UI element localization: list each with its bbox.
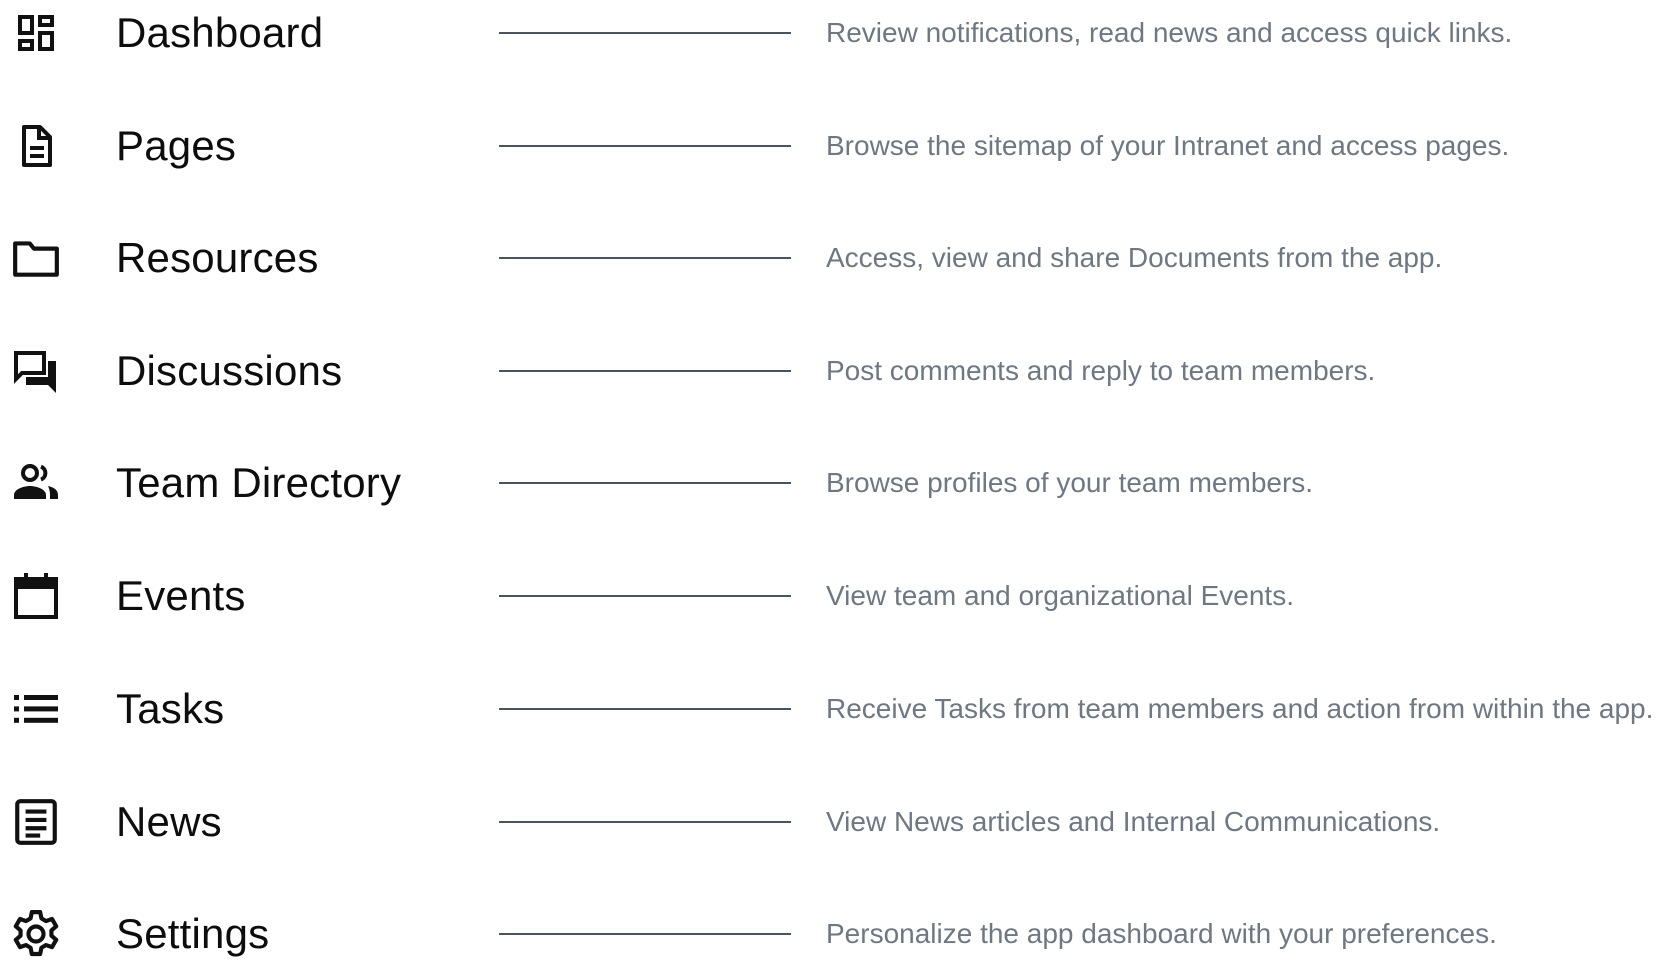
feature-label: Events [116,572,246,619]
connector-line [499,370,791,372]
feature-row-settings: Settings Personalize the app dashboard w… [0,894,1656,974]
feature-row-dashboard: Dashboard Review notifications, read new… [0,0,1656,73]
feature-label: Settings [116,910,270,957]
connector-line [499,821,791,823]
feature-label: Discussions [116,347,343,394]
feature-row-events: Events View team and organizational Even… [0,556,1656,636]
feature-label: Pages [116,122,237,169]
folder-icon [11,231,61,285]
connector-line [499,32,791,34]
feature-row-tasks: Tasks Receive Tasks from team members an… [0,669,1656,749]
feature-label: Resources [116,234,319,281]
connector-line [499,257,791,259]
feature-description: Review notifications, read news and acce… [826,17,1513,48]
feature-row-news: News View News articles and Internal Com… [0,782,1656,862]
connector-line [499,708,791,710]
connector-line [499,933,791,935]
feature-description: Post comments and reply to team members. [826,355,1376,386]
feature-description: Receive Tasks from team members and acti… [826,693,1654,724]
dashboard-icon [11,6,61,60]
feature-description: Browse the sitemap of your Intranet and … [826,130,1510,161]
connector-line [499,482,791,484]
feature-description: Browse profiles of your team members. [826,467,1314,498]
feature-description: Personalize the app dashboard with your … [826,918,1497,949]
feature-label: News [116,798,222,845]
chat-icon [11,344,61,398]
feature-label: Dashboard [116,9,324,56]
feature-row-pages: Pages Browse the sitemap of your Intrane… [0,106,1656,186]
feature-row-discussions: Discussions Post comments and reply to t… [0,331,1656,411]
feature-label: Tasks [116,685,225,732]
connector-line [499,595,791,597]
feature-label: Team Directory [116,459,402,506]
calendar-icon [11,569,61,623]
feature-row-team-directory: Team Directory Browse profiles of your t… [0,443,1656,523]
feature-description: View team and organizational Events. [826,580,1294,611]
connector-line [499,145,791,147]
people-icon [11,456,61,510]
page-icon [11,119,61,173]
feature-description: View News articles and Internal Communic… [826,806,1441,837]
news-icon [11,795,61,849]
gear-icon [11,907,61,961]
feature-row-resources: Resources Access, view and share Documen… [0,218,1656,298]
list-icon [11,682,61,736]
feature-description: Access, view and share Documents from th… [826,242,1443,273]
